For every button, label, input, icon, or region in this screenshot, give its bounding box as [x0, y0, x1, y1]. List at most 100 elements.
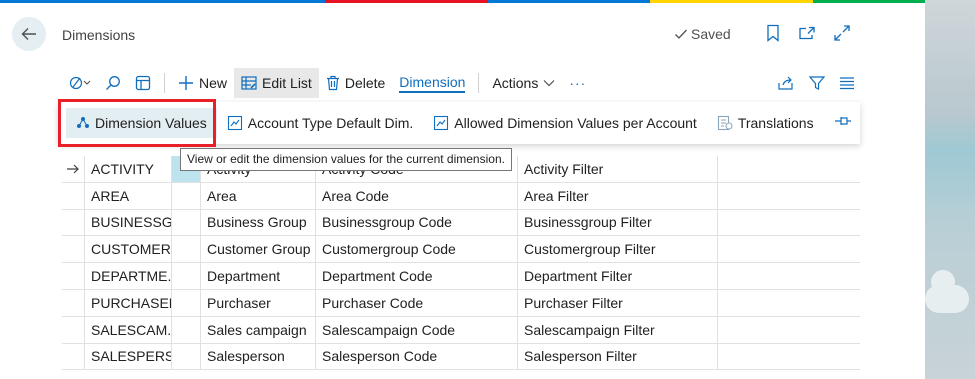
table-row[interactable]: PURCHASER Purchaser Purchaser Code Purch…	[62, 289, 860, 317]
page-title: Dimensions	[62, 27, 136, 43]
description-cell[interactable]	[718, 317, 860, 343]
saved-status: Saved	[674, 26, 731, 42]
code-cell[interactable]: SALESPERS...	[85, 343, 172, 370]
row-menu-cell[interactable]	[172, 343, 201, 370]
row-selector[interactable]	[62, 316, 85, 343]
description-cell[interactable]	[718, 344, 860, 370]
filter-caption-cell[interactable]: Purchaser Filter	[518, 289, 718, 316]
code-cell[interactable]: BUSINESSG...	[85, 209, 172, 236]
dimension-tab[interactable]: Dimension	[392, 68, 472, 98]
edit-list-button[interactable]: Edit List	[234, 68, 319, 98]
row-menu-cell[interactable]	[172, 182, 201, 209]
filter-button[interactable]	[802, 68, 832, 98]
delete-button[interactable]: Delete	[319, 68, 392, 98]
row-menu-cell[interactable]	[172, 209, 201, 236]
code-cell[interactable]: DEPARTME...	[85, 263, 172, 289]
description-cell[interactable]	[718, 290, 860, 316]
allowed-dimension-values-label: Allowed Dimension Values per Account	[454, 115, 697, 131]
code-caption-cell[interactable]: Purchaser Code	[316, 289, 518, 316]
actions-label: Actions	[492, 75, 539, 91]
table-row[interactable]: AREA Area Area Code Area Filter	[62, 182, 860, 210]
view-options-button[interactable]	[62, 68, 98, 98]
code-caption-cell[interactable]: Salescampaign Code	[316, 316, 518, 343]
row-selector[interactable]	[62, 209, 85, 236]
row-selector[interactable]	[62, 343, 85, 370]
dimension-values-label: Dimension Values	[95, 115, 207, 131]
analysis-button[interactable]	[128, 68, 158, 98]
dimension-values-button[interactable]: Dimension Values	[66, 108, 217, 138]
row-menu-cell[interactable]	[172, 316, 201, 343]
table-row[interactable]: DEPARTME... Department Department Code D…	[62, 263, 860, 290]
bookmark-button[interactable]	[763, 23, 783, 43]
table-row[interactable]: SALESCAM... Sales campaign Salescampaign…	[62, 316, 860, 344]
filter-caption-cell[interactable]: Businessgroup Filter	[518, 209, 718, 236]
name-cell[interactable]: Salesperson	[201, 343, 316, 370]
description-cell[interactable]	[718, 183, 860, 209]
code-cell[interactable]: SALESCAM...	[85, 316, 172, 343]
toolbar-divider	[478, 73, 480, 93]
filter-caption-cell[interactable]: Customergroup Filter	[518, 236, 718, 263]
more-options-label: ···	[569, 75, 587, 91]
share-icon	[778, 76, 793, 90]
filter-caption-cell[interactable]: Area Filter	[518, 182, 718, 209]
new-button[interactable]: New	[171, 68, 234, 98]
table-analyze-icon	[135, 75, 151, 91]
filter-caption-cell[interactable]: Activity Filter	[518, 156, 718, 182]
name-cell[interactable]: Customer Group	[201, 236, 316, 263]
code-caption-cell[interactable]: Customergroup Code	[316, 236, 518, 263]
row-selector[interactable]	[62, 182, 85, 209]
dimensions-table: ACTIVITY Activity Activity Code Activity…	[62, 156, 860, 371]
filter-caption-cell[interactable]: Salesperson Filter	[518, 343, 718, 370]
list-view-button[interactable]	[832, 68, 862, 98]
code-caption-cell[interactable]: Area Code	[316, 182, 518, 209]
name-cell[interactable]: Department	[201, 263, 316, 289]
description-cell[interactable]	[718, 236, 860, 262]
code-cell[interactable]: PURCHASER	[85, 289, 172, 316]
row-selector[interactable]	[62, 156, 85, 182]
filter-caption-cell[interactable]: Salescampaign Filter	[518, 316, 718, 343]
current-row-arrow-icon	[67, 164, 79, 174]
more-options-button[interactable]: ···	[562, 68, 593, 98]
filter-caption-cell[interactable]: Department Filter	[518, 263, 718, 289]
edit-list-icon	[241, 76, 257, 90]
row-menu-cell[interactable]	[172, 263, 201, 289]
pin-button[interactable]	[834, 114, 852, 131]
row-selector[interactable]	[62, 263, 85, 289]
description-cell[interactable]	[718, 210, 860, 236]
description-cell[interactable]	[718, 156, 860, 182]
actions-menu[interactable]: Actions	[485, 68, 562, 98]
row-menu-cell[interactable]	[172, 236, 201, 263]
search-button[interactable]	[98, 68, 128, 98]
search-icon	[106, 76, 120, 90]
edit-list-label: Edit List	[262, 75, 312, 91]
table-row[interactable]: CUSTOMER... Customer Group Customergroup…	[62, 236, 860, 264]
code-caption-cell[interactable]: Salesperson Code	[316, 343, 518, 370]
translations-button[interactable]: Translations	[707, 108, 824, 138]
row-menu-cell[interactable]	[172, 289, 201, 316]
allowed-dimension-values-button[interactable]: Allowed Dimension Values per Account	[423, 108, 707, 138]
table-row[interactable]: BUSINESSG... Business Group Businessgrou…	[62, 209, 860, 237]
open-new-window-button[interactable]	[797, 23, 817, 43]
row-selector[interactable]	[62, 236, 85, 263]
delete-label: Delete	[344, 75, 386, 91]
open-in-new-icon	[799, 26, 815, 40]
code-cell[interactable]: ACTIVITY	[85, 156, 172, 182]
code-caption-cell[interactable]: Businessgroup Code	[316, 209, 518, 236]
share-button[interactable]	[770, 68, 802, 98]
account-type-default-dim-button[interactable]: Account Type Default Dim.	[217, 108, 423, 138]
name-cell[interactable]: Purchaser	[201, 289, 316, 316]
dimension-submenu: Dimension Values Account Type Default Di…	[58, 102, 860, 144]
code-cell[interactable]: CUSTOMER...	[85, 236, 172, 263]
name-cell[interactable]: Area	[201, 182, 316, 209]
name-cell[interactable]: Business Group	[201, 209, 316, 236]
code-cell[interactable]: AREA	[85, 182, 172, 209]
row-selector[interactable]	[62, 289, 85, 316]
table-row[interactable]: SALESPERS... Salesperson Salesperson Cod…	[62, 343, 860, 371]
description-cell[interactable]	[718, 263, 860, 289]
translations-icon	[717, 115, 733, 131]
tooltip: View or edit the dimension values for th…	[180, 148, 512, 171]
name-cell[interactable]: Sales campaign	[201, 316, 316, 343]
back-button[interactable]	[12, 17, 46, 51]
expand-button[interactable]	[832, 23, 852, 43]
code-caption-cell[interactable]: Department Code	[316, 263, 518, 289]
